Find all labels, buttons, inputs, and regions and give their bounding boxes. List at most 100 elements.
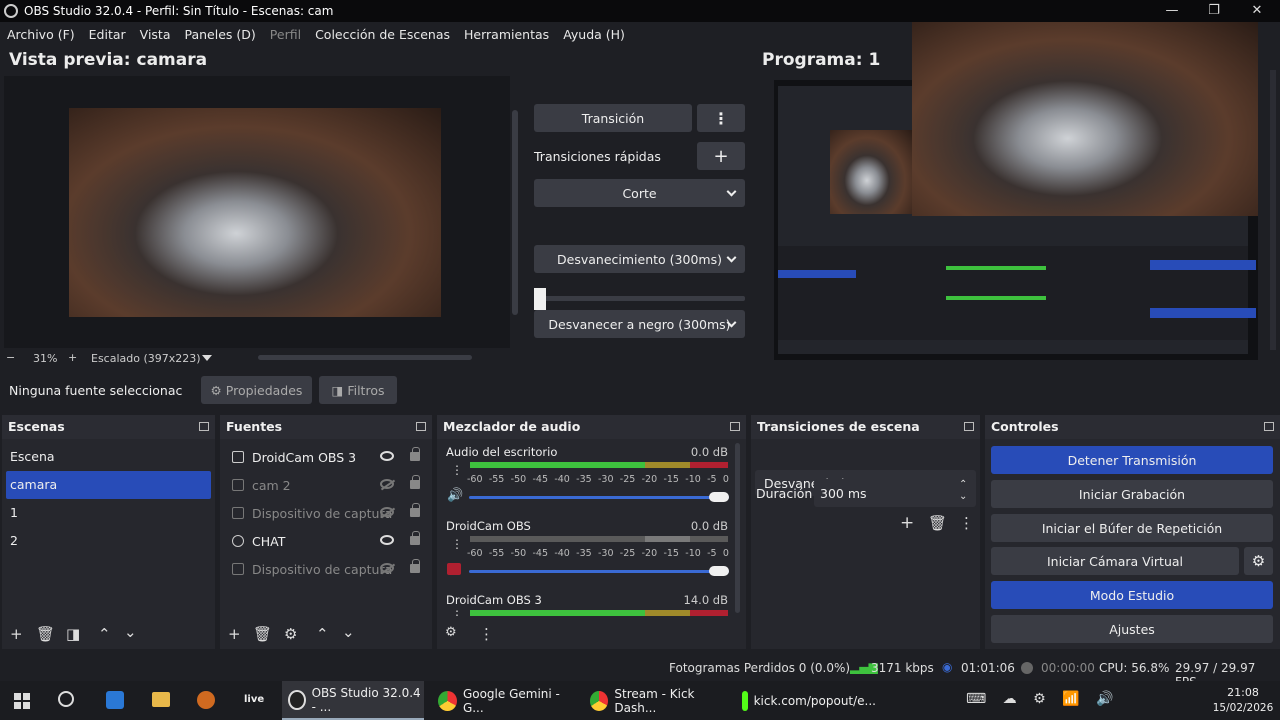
spin-up-icon[interactable]: ⌃ xyxy=(959,479,967,490)
visibility-hidden-icon[interactable] xyxy=(380,563,394,573)
remove-scene-icon[interactable]: 🗑 xyxy=(36,625,55,643)
firefox-icon[interactable] xyxy=(197,691,215,709)
source-properties-gear-icon[interactable]: ⚙ xyxy=(284,625,297,643)
scene-item[interactable]: 1 xyxy=(2,499,215,527)
undock-icon[interactable] xyxy=(199,422,209,431)
quick-transition-corte[interactable]: Corte xyxy=(534,179,745,207)
live-app-icon[interactable]: live xyxy=(244,694,264,705)
source-item[interactable]: CHAT xyxy=(220,527,432,555)
remove-source-icon[interactable]: 🗑 xyxy=(253,625,272,643)
store-icon[interactable] xyxy=(106,691,124,709)
virtual-camera-settings-gear-icon[interactable]: ⚙ xyxy=(1244,547,1273,575)
add-scene-icon[interactable]: + xyxy=(10,625,23,643)
maximize-button[interactable]: ❐ xyxy=(1192,0,1236,22)
zoom-out-button[interactable]: − xyxy=(6,351,15,364)
visibility-eye-icon[interactable] xyxy=(380,451,394,461)
move-up-icon[interactable]: ⌃ xyxy=(316,625,329,643)
menu-archivo[interactable]: Archivo (F) xyxy=(7,27,75,42)
clock-time[interactable]: 21:08 xyxy=(1217,686,1269,699)
transition-more-icon[interactable]: ⋮ xyxy=(697,104,745,132)
mixer-settings-gear-icon[interactable]: ⚙ xyxy=(445,625,457,640)
search-icon[interactable] xyxy=(58,691,74,707)
program-vscrollbar[interactable] xyxy=(1270,70,1276,350)
clock-date[interactable]: 15/02/2026 xyxy=(1212,702,1274,714)
channel-menu-icon[interactable]: ⋮ xyxy=(451,463,463,477)
channel-menu-icon[interactable]: ⋮ xyxy=(451,537,463,551)
volume-thumb[interactable] xyxy=(709,492,729,502)
move-down-icon[interactable]: ⌄ xyxy=(342,623,355,641)
menu-herramientas[interactable]: Herramientas xyxy=(464,27,549,42)
volume-thumb[interactable] xyxy=(709,566,729,576)
tbar-track[interactable] xyxy=(534,296,745,301)
mixer-menu-icon[interactable]: ⋮ xyxy=(479,625,494,643)
windows-start-icon[interactable] xyxy=(14,693,30,709)
source-item[interactable]: Dispositivo de captura xyxy=(220,555,432,583)
close-button[interactable]: ✕ xyxy=(1235,0,1279,22)
undock-icon[interactable] xyxy=(730,422,740,431)
replay-buffer-button[interactable]: Iniciar el Búfer de Repetición xyxy=(991,514,1273,542)
menu-perfil[interactable]: Perfil xyxy=(270,27,301,42)
taskbar-obs[interactable]: OBS Studio 32.0.4 - ... xyxy=(282,681,424,720)
lock-icon[interactable] xyxy=(410,531,420,545)
mixer-scrollbar[interactable] xyxy=(735,443,740,613)
move-up-icon[interactable]: ⌃ xyxy=(98,625,111,643)
filters-button[interactable]: ◨ Filtros xyxy=(319,376,397,404)
scene-item[interactable]: 2 xyxy=(2,527,215,555)
preview-vscrollbar[interactable] xyxy=(512,110,518,315)
taskbar-chrome-gemini[interactable]: Google Gemini - G... xyxy=(432,681,578,720)
add-quick-transition-icon[interactable]: + xyxy=(697,142,745,170)
undock-icon[interactable] xyxy=(416,422,426,431)
system-tray-icons[interactable]: ⌨ ☁ ⚙ 📶 🔊 xyxy=(966,691,1119,707)
studio-mode-button[interactable]: Modo Estudio xyxy=(991,581,1273,609)
undock-icon[interactable] xyxy=(964,422,974,431)
tbar-handle[interactable] xyxy=(534,288,546,310)
duration-spinbox[interactable]: 300 ms ⌃ ⌄ xyxy=(814,479,976,507)
virtual-camera-button[interactable]: Iniciar Cámara Virtual xyxy=(991,547,1239,575)
lock-icon[interactable] xyxy=(410,503,420,517)
preview-area[interactable] xyxy=(4,76,510,348)
source-item[interactable]: DroidCam OBS 3 xyxy=(220,443,432,471)
lock-icon[interactable] xyxy=(410,447,420,461)
scale-dropdown-icon[interactable] xyxy=(202,355,212,361)
lock-icon[interactable] xyxy=(410,475,420,489)
source-item[interactable]: cam 2 xyxy=(220,471,432,499)
menu-ayuda[interactable]: Ayuda (H) xyxy=(563,27,625,42)
lock-icon[interactable] xyxy=(410,559,420,573)
visibility-hidden-icon[interactable] xyxy=(380,479,394,489)
zoom-in-button[interactable]: + xyxy=(68,351,77,364)
undock-icon[interactable] xyxy=(1264,422,1274,431)
start-recording-button[interactable]: Iniciar Grabación xyxy=(991,480,1273,508)
muted-speaker-icon[interactable] xyxy=(447,563,461,575)
add-source-icon[interactable]: + xyxy=(228,625,241,643)
stop-streaming-button[interactable]: Detener Transmisión xyxy=(991,446,1273,474)
scene-item[interactable]: Escena xyxy=(2,443,215,471)
move-down-icon[interactable]: ⌄ xyxy=(124,623,137,641)
quick-transition-fade-black[interactable]: Desvanecer a negro (300ms) xyxy=(534,310,745,338)
speaker-icon[interactable]: 🔊 xyxy=(447,488,463,503)
add-transition-icon[interactable]: + xyxy=(900,513,914,533)
settings-button[interactable]: Ajustes xyxy=(991,615,1273,643)
visibility-hidden-icon[interactable] xyxy=(380,507,394,517)
scene-filters-icon[interactable]: ◨ xyxy=(66,625,80,643)
scene-item-selected[interactable]: camara xyxy=(6,471,211,499)
source-item[interactable]: Dispositivo de captura xyxy=(220,499,432,527)
remove-transition-icon[interactable]: 🗑 xyxy=(928,514,947,532)
quick-transition-fade[interactable]: Desvanecimiento (300ms) xyxy=(534,245,745,273)
menu-paneles[interactable]: Paneles (D) xyxy=(185,27,256,42)
volume-slider[interactable] xyxy=(469,496,729,499)
transition-button[interactable]: Transición xyxy=(534,104,692,132)
menu-editar[interactable]: Editar xyxy=(89,27,126,42)
taskbar-kick-popout[interactable]: kick.com/popout/e... xyxy=(736,681,876,720)
taskbar-chrome-kick[interactable]: Stream - Kick Dash... xyxy=(584,681,730,720)
tick: -25 xyxy=(619,548,636,559)
properties-button[interactable]: ⚙ Propiedades xyxy=(201,376,312,404)
minimize-button[interactable]: — xyxy=(1150,0,1194,22)
spin-down-icon[interactable]: ⌄ xyxy=(959,491,967,502)
volume-slider[interactable] xyxy=(469,570,729,573)
menu-vista[interactable]: Vista xyxy=(140,27,171,42)
menu-coleccion[interactable]: Colección de Escenas xyxy=(315,27,450,42)
transition-menu-icon[interactable]: ⋮ xyxy=(959,514,974,532)
file-explorer-icon[interactable] xyxy=(152,692,170,707)
preview-hscrollbar[interactable] xyxy=(258,355,472,360)
visibility-eye-icon[interactable] xyxy=(380,535,394,545)
